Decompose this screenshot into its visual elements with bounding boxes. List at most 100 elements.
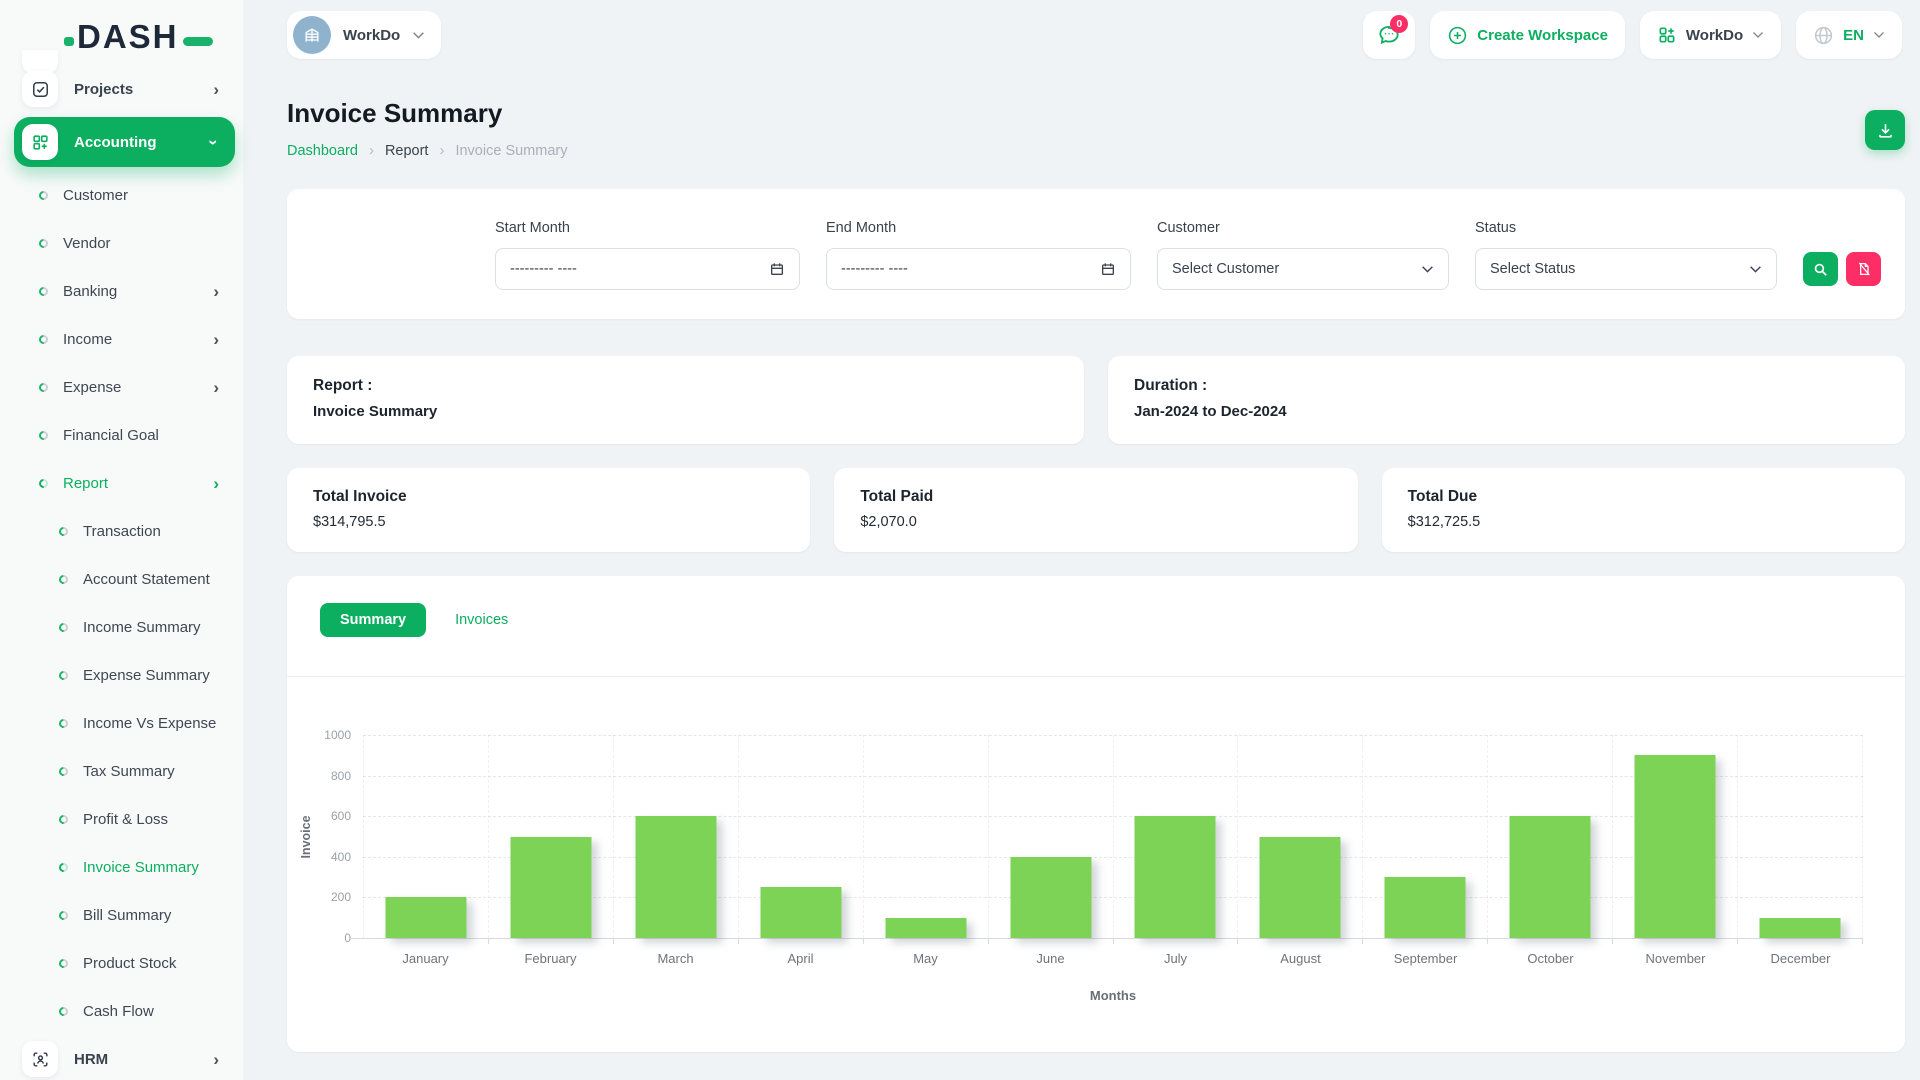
bullet-icon (57, 717, 70, 730)
bar-october[interactable] (1510, 816, 1591, 938)
breadcrumb-separator: › (439, 142, 444, 159)
category-may (864, 735, 989, 938)
sidebar-item-transaction[interactable]: Transaction (0, 507, 243, 555)
breadcrumb-report[interactable]: Report (385, 143, 429, 159)
customer-select[interactable]: Select Customer (1157, 248, 1449, 290)
bar-june[interactable] (1010, 857, 1091, 938)
status-label: Status (1475, 220, 1777, 236)
sidebar-item-income[interactable]: Income› (0, 315, 243, 363)
sidebar-item-account-statement[interactable]: Account Statement (0, 555, 243, 603)
brand-logo[interactable]: DASH (64, 18, 213, 56)
workspace-switcher[interactable]: WorkDo (287, 11, 441, 59)
category-december (1738, 735, 1863, 938)
category-july (1114, 735, 1239, 938)
bullet-icon (37, 285, 50, 298)
sidebar-item-product-stock[interactable]: Product Stock (0, 939, 243, 987)
language-button[interactable]: EN (1796, 11, 1902, 59)
download-icon (1876, 121, 1895, 140)
sidebar-item-invoice-summary[interactable]: Invoice Summary (0, 843, 243, 891)
sidebar-item-accounting[interactable]: Accounting› (14, 117, 235, 167)
plot-area (363, 735, 1863, 938)
tab-summary[interactable]: Summary (320, 603, 426, 637)
bar-september[interactable] (1385, 877, 1466, 938)
end-month-label: End Month (826, 220, 1131, 236)
x-tick-label: May (863, 951, 988, 966)
page-title: Invoice Summary (287, 98, 567, 129)
stat-label: Total Invoice (313, 488, 784, 506)
status-select[interactable]: Select Status (1475, 248, 1777, 290)
sidebar-item-projects[interactable]: Projects› (0, 65, 243, 113)
bar-august[interactable] (1260, 837, 1341, 939)
summary-row: Report : Invoice Summary Duration : Jan-… (287, 356, 1905, 444)
sidebar-item-customer[interactable]: Customer (0, 171, 243, 219)
sidebar-item-financial-goal[interactable]: Financial Goal (0, 411, 243, 459)
reset-button[interactable] (1846, 252, 1881, 286)
calculator-grid-icon (22, 124, 58, 160)
create-workspace-button[interactable]: Create Workspace (1430, 11, 1625, 59)
breadcrumb: Dashboard › Report › Invoice Summary (287, 142, 567, 159)
stat-card-total-invoice: Total Invoice $314,795.5 (287, 468, 810, 552)
sidebar-item-label: Projects (74, 81, 133, 98)
search-button[interactable] (1803, 252, 1838, 286)
checkbox-icon (22, 71, 58, 107)
report-value: Invoice Summary (313, 403, 1058, 420)
bar-july[interactable] (1135, 816, 1216, 938)
tab-invoices[interactable]: Invoices (455, 612, 508, 628)
download-button[interactable] (1865, 110, 1905, 150)
chart-card: SummaryInvoices Invoice02004006008001000… (287, 576, 1905, 1052)
bar-march[interactable] (635, 816, 716, 938)
bullet-icon (37, 237, 50, 250)
sidebar-item-expense-summary[interactable]: Expense Summary (0, 651, 243, 699)
sidebar-item-income-summary[interactable]: Income Summary (0, 603, 243, 651)
category-june (989, 735, 1114, 938)
stat-card-total-due: Total Due$312,725.5 (1382, 468, 1905, 552)
stat-value: $314,795.5 (313, 514, 784, 530)
sidebar-item-bill-summary[interactable]: Bill Summary (0, 891, 243, 939)
end-month-input[interactable]: --------- ---- (826, 248, 1131, 290)
bar-february[interactable] (510, 837, 591, 939)
breadcrumb-separator: › (369, 142, 374, 159)
start-month-input[interactable]: --------- ---- (495, 248, 800, 290)
x-axis-title: Months (363, 988, 1863, 1003)
y-tick-label: 800 (307, 769, 351, 783)
sidebar-item-income-vs-expense[interactable]: Income Vs Expense (0, 699, 243, 747)
sidebar-item-report[interactable]: Report› (0, 459, 243, 507)
x-tick-label: April (738, 951, 863, 966)
messages-button[interactable]: 0 (1363, 11, 1415, 59)
category-november (1613, 735, 1738, 938)
messages-badge: 0 (1390, 15, 1408, 33)
bar-may[interactable] (885, 918, 966, 938)
sidebar-item-label: Account Statement (83, 571, 210, 588)
language-label: EN (1843, 27, 1864, 44)
x-tick-label: November (1613, 951, 1738, 966)
chevron-right-icon: › (213, 1051, 219, 1068)
bullet-icon (37, 189, 50, 202)
sidebar-item-hrm[interactable]: HRM› (0, 1035, 243, 1080)
category-january (363, 735, 489, 938)
filter-card: Start Month --------- ---- End Month ---… (287, 189, 1905, 319)
logo-accent-dot (64, 37, 74, 46)
bar-january[interactable] (385, 897, 466, 938)
bar-december[interactable] (1760, 918, 1841, 938)
logo-accent-dash (183, 37, 213, 46)
sidebar-item-label: Banking (63, 283, 117, 300)
sidebar-item-label: Income Vs Expense (83, 715, 216, 732)
breadcrumb-dashboard[interactable]: Dashboard (287, 143, 358, 159)
bar-november[interactable] (1635, 755, 1716, 938)
tabs-divider (287, 676, 1905, 677)
bar-april[interactable] (760, 887, 841, 938)
sidebar-item-tax-summary[interactable]: Tax Summary (0, 747, 243, 795)
app-switcher-button[interactable]: WorkDo (1640, 11, 1781, 59)
sidebar-item-profit-loss[interactable]: Profit & Loss (0, 795, 243, 843)
sidebar-item-label: Financial Goal (63, 427, 159, 444)
page-header: Invoice Summary Dashboard › Report › Invoice… (287, 98, 1905, 159)
sidebar-item-expense[interactable]: Expense› (0, 363, 243, 411)
sidebar-item-cash-flow[interactable]: Cash Flow (0, 987, 243, 1035)
breadcrumb-invoice-summary: Invoice Summary (455, 143, 567, 159)
stats-row: Total Invoice$314,795.5Total Paid$2,070.… (287, 468, 1905, 552)
bullet-icon (37, 429, 50, 442)
sidebar-item-label: Customer (63, 187, 128, 204)
sidebar-item-banking[interactable]: Banking› (0, 267, 243, 315)
chevron-down-icon: › (206, 139, 223, 145)
sidebar-item-vendor[interactable]: Vendor (0, 219, 243, 267)
